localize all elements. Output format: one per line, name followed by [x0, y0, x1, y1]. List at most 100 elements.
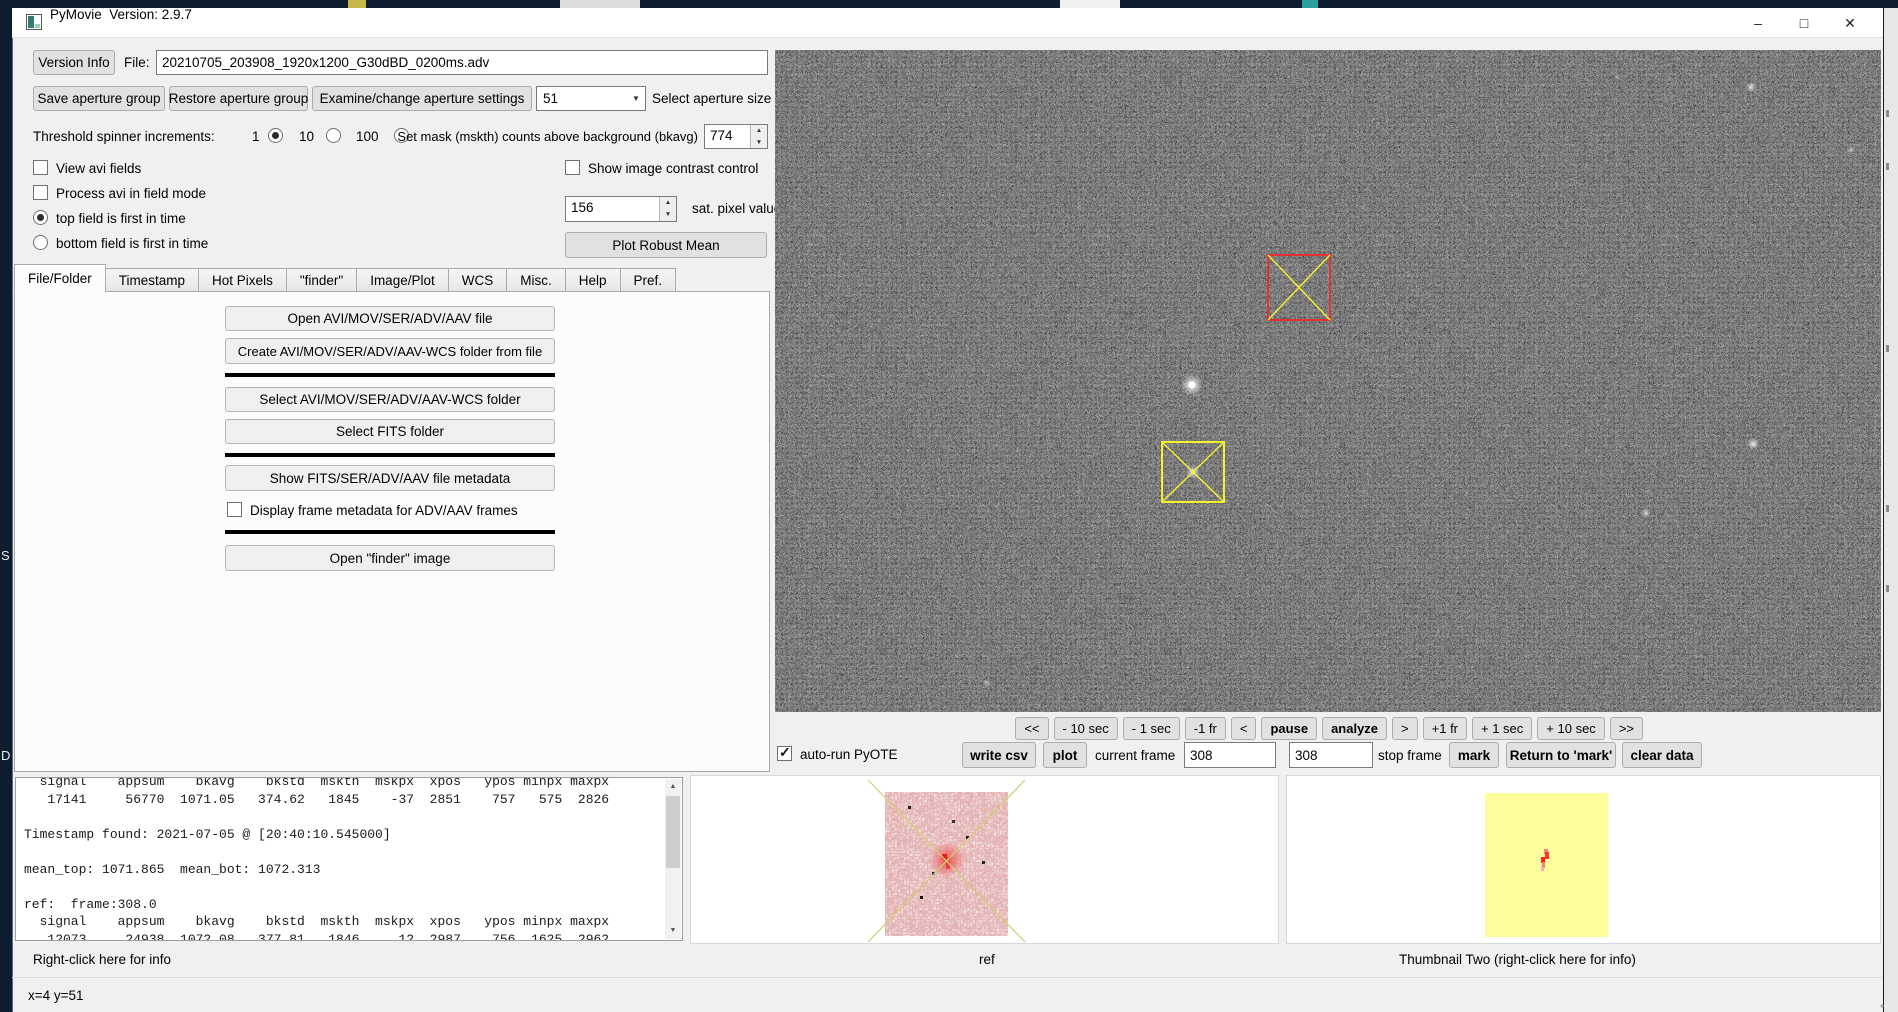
- image-display[interactable]: [775, 50, 1881, 712]
- select-wcs-folder-button[interactable]: Select AVI/MOV/SER/ADV/AAV-WCS folder: [225, 387, 555, 412]
- star-field-image: [775, 50, 1881, 712]
- play-backward-button[interactable]: <: [1231, 717, 1257, 740]
- select-fits-folder-button[interactable]: Select FITS folder: [225, 419, 555, 444]
- log-output[interactable]: signal appsum bkavg bkstd mskth mskpx xp…: [15, 777, 683, 941]
- top-field-first-radio[interactable]: [33, 210, 48, 225]
- tab-finder[interactable]: "finder": [286, 268, 357, 292]
- open-avi-file-button[interactable]: Open AVI/MOV/SER/ADV/AAV file: [225, 306, 555, 331]
- play-forward-button[interactable]: >: [1392, 717, 1418, 740]
- close-icon: ✕: [1844, 15, 1856, 32]
- window-title: PyMovie Version: 2.9.7: [50, 7, 192, 22]
- chevron-up-icon[interactable]: ▲: [751, 125, 767, 137]
- version-info-button[interactable]: Version Info: [33, 50, 115, 75]
- background-window-fragment: [1060, 0, 1120, 8]
- minimize-icon: –: [1754, 15, 1762, 31]
- view-avi-fields-checkbox[interactable]: [33, 160, 48, 175]
- display-frame-metadata-label: Display frame metadata for ADV/AAV frame…: [250, 503, 518, 518]
- back-1-frame-button[interactable]: -1 fr: [1185, 717, 1226, 740]
- threshold-increments-label: Threshold spinner increments:: [33, 129, 215, 144]
- chevron-up-icon[interactable]: ▲: [660, 197, 676, 209]
- chevron-down-icon[interactable]: ▼: [660, 209, 676, 221]
- aperture-size-label: Select aperture size: [652, 91, 771, 106]
- ref-thumbnail[interactable]: [862, 776, 1032, 949]
- show-file-metadata-button[interactable]: Show FITS/SER/ADV/AAV file metadata: [225, 465, 555, 491]
- bottom-field-first-radio[interactable]: [33, 235, 48, 250]
- background-window-fragment: [348, 0, 366, 8]
- aperture-size-value: 51: [537, 91, 627, 106]
- tab-wcs[interactable]: WCS: [448, 268, 508, 292]
- tab-file-folder[interactable]: File/Folder: [14, 264, 106, 292]
- sat-pixel-label: sat. pixel value: [692, 201, 781, 216]
- analyze-button[interactable]: analyze: [1322, 717, 1387, 740]
- display-frame-metadata-checkbox[interactable]: [227, 502, 242, 517]
- view-avi-fields-label: View avi fields: [56, 161, 141, 176]
- tab-timestamp[interactable]: Timestamp: [105, 268, 199, 292]
- background-window-fragment: D: [1, 748, 10, 763]
- file-input[interactable]: [156, 50, 768, 75]
- open-finder-image-button[interactable]: Open "finder" image: [225, 545, 555, 571]
- background-window-fragment: [1302, 0, 1318, 8]
- show-contrast-checkbox[interactable]: [565, 160, 580, 175]
- examine-aperture-settings-button[interactable]: Examine/change aperture settings: [312, 86, 532, 111]
- tab-pref[interactable]: Pref.: [620, 268, 677, 292]
- log-text: signal appsum bkavg bkstd mskth mskpx xp…: [24, 777, 609, 941]
- scroll-up-icon[interactable]: ▲: [665, 779, 681, 795]
- tab-help[interactable]: Help: [565, 268, 621, 292]
- back-1-sec-button[interactable]: - 1 sec: [1123, 717, 1180, 740]
- write-csv-button[interactable]: write csv: [962, 742, 1036, 768]
- current-frame-input[interactable]: [1184, 742, 1276, 768]
- forward-10-sec-button[interactable]: + 10 sec: [1537, 717, 1605, 740]
- clear-data-button[interactable]: clear data: [1622, 742, 1702, 768]
- create-wcs-folder-button[interactable]: Create AVI/MOV/SER/ADV/AAV-WCS folder fr…: [225, 338, 555, 364]
- jump-forward-button[interactable]: >>: [1610, 717, 1643, 740]
- divider: [225, 453, 555, 457]
- jump-back-button[interactable]: <<: [1015, 717, 1048, 740]
- return-to-mark-button[interactable]: Return to 'mark': [1506, 742, 1616, 768]
- back-10-sec-button[interactable]: - 10 sec: [1054, 717, 1118, 740]
- chevron-down-icon: ▼: [627, 94, 645, 103]
- tab-hot-pixels[interactable]: Hot Pixels: [198, 268, 287, 292]
- stop-frame-input[interactable]: [1289, 742, 1373, 768]
- background-window-fragment: [560, 0, 640, 8]
- screen: S D PyMovie Version: 2.9.7 – □ ✕ Version…: [0, 0, 1898, 1012]
- aperture-size-select[interactable]: 51 ▼: [536, 86, 646, 111]
- chevron-down-icon[interactable]: ▼: [751, 137, 767, 149]
- threshold-option-100-label: 100: [356, 129, 379, 144]
- close-button[interactable]: ✕: [1827, 8, 1873, 38]
- current-frame-label: current frame: [1095, 748, 1175, 763]
- background-window-fragment: S: [1, 548, 10, 563]
- playback-controls: << - 10 sec - 1 sec -1 fr < pause analyz…: [1015, 717, 1643, 740]
- process-field-mode-checkbox[interactable]: [33, 185, 48, 200]
- tab-image-plot[interactable]: Image/Plot: [356, 268, 449, 292]
- pause-button[interactable]: pause: [1261, 717, 1317, 740]
- scrollbar-thumb[interactable]: [666, 796, 680, 868]
- thumbnail-two[interactable]: [1485, 793, 1608, 937]
- mask-counts-value: 774: [705, 125, 750, 148]
- forward-1-frame-button[interactable]: +1 fr: [1423, 717, 1467, 740]
- log-scrollbar[interactable]: ▲ ▼: [665, 779, 681, 939]
- check-icon: ✓: [779, 744, 791, 761]
- cursor-coordinates: x=4 y=51: [28, 988, 84, 1003]
- tab-misc[interactable]: Misc.: [506, 268, 566, 292]
- tab-bar: File/Folder Timestamp Hot Pixels "finder…: [14, 264, 675, 292]
- maximize-button[interactable]: □: [1781, 8, 1827, 38]
- forward-1-sec-button[interactable]: + 1 sec: [1472, 717, 1532, 740]
- plot-button[interactable]: plot: [1043, 742, 1087, 768]
- threshold-option-1-radio[interactable]: [268, 128, 283, 143]
- plot-robust-mean-button[interactable]: Plot Robust Mean: [565, 232, 767, 258]
- save-aperture-group-button[interactable]: Save aperture group: [33, 86, 165, 111]
- sat-pixel-spinner[interactable]: 156 ▲▼: [565, 196, 677, 222]
- mask-pixels-glyph: [1537, 849, 1553, 875]
- restore-aperture-group-button[interactable]: Restore aperture group: [169, 86, 308, 111]
- mask-counts-spinner[interactable]: 774 ▲▼: [704, 124, 768, 149]
- threshold-option-10-radio[interactable]: [326, 128, 341, 143]
- sat-pixel-value: 156: [566, 197, 659, 221]
- app-icon: [26, 14, 42, 30]
- mark-button[interactable]: mark: [1449, 742, 1499, 768]
- title-bar: [12, 8, 1883, 38]
- minimize-button[interactable]: –: [1735, 8, 1781, 38]
- stop-frame-label: stop frame: [1378, 748, 1442, 763]
- scroll-down-icon[interactable]: ▼: [665, 923, 681, 939]
- background-window-fragment: [1884, 0, 1898, 8]
- auto-run-pyote-checkbox[interactable]: ✓: [777, 746, 792, 761]
